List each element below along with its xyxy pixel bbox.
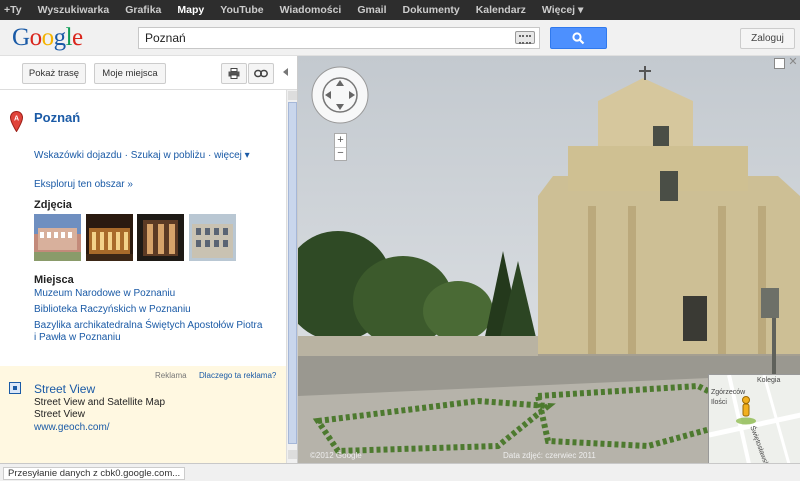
google-logo[interactable]: Google <box>12 24 83 52</box>
map-marker-icon: A <box>10 111 23 132</box>
close-icon[interactable]: ✕ <box>787 56 799 68</box>
pegman-icon[interactable] <box>735 395 757 425</box>
ad-box: Reklama Dlaczego ta reklama? Street View… <box>0 366 286 463</box>
minimap-label: Ilości <box>711 399 727 406</box>
ad-label: Reklama <box>155 371 187 380</box>
nav-images[interactable]: Grafika <box>125 4 161 16</box>
scroll-up-icon[interactable] <box>288 91 297 100</box>
street-view-panorama[interactable]: + − ✕ ©2012 Google Data zdjęć: czerwiec … <box>298 56 800 463</box>
search-input[interactable]: Poznań <box>138 27 540 49</box>
place-link[interactable]: Muzeum Narodowe w Poznaniu <box>34 288 175 299</box>
place-link[interactable]: Biblioteka Raczyńskich w Poznaniu <box>34 304 191 315</box>
mini-map[interactable]: Kolegia Zgórzeców Ilości Świętosławska <box>708 374 800 463</box>
places-heading: Miejsca <box>34 274 74 286</box>
nav-docs[interactable]: Dokumenty <box>403 4 460 16</box>
imagery-date-text: Data zdjęć: czerwiec 2011 <box>503 451 596 460</box>
photo-thumbnail[interactable] <box>86 214 133 261</box>
nav-calendar[interactable]: Kalendarz <box>476 4 526 16</box>
nav-maps[interactable]: Mapy <box>177 4 204 16</box>
logo-letter: e <box>72 24 83 51</box>
collapse-panel-icon[interactable] <box>283 68 288 76</box>
logo-letter: o <box>29 24 43 51</box>
zoom-control: + − <box>334 133 347 161</box>
scroll-thumb[interactable] <box>288 102 297 444</box>
browser-status-bar: Przesyłanie danych z cbk0.google.com... <box>0 463 800 481</box>
ad-text: Street View and Satellite Map <box>34 397 166 408</box>
place-link[interactable]: i Pawła w Poznaniu <box>34 332 121 343</box>
left-panel: Pokaż trasę Moje miejsca A Poznań Wskazó… <box>0 56 298 463</box>
zoom-out-button[interactable]: − <box>335 147 346 160</box>
expand-icon[interactable] <box>774 58 785 69</box>
link-button[interactable] <box>248 63 274 84</box>
panel-toolbar: Pokaż trasę Moje miejsca <box>0 56 297 90</box>
photo-thumbnail[interactable] <box>189 214 236 261</box>
ad-title[interactable]: Street View <box>34 382 95 396</box>
nav-gmail[interactable]: Gmail <box>357 4 386 16</box>
logo-letter: g <box>53 24 67 51</box>
photo-thumbnail[interactable] <box>34 214 81 261</box>
nav-news[interactable]: Wiadomości <box>280 4 342 16</box>
copyright-text: ©2012 Google <box>310 451 362 460</box>
logo-letter: G <box>12 24 30 51</box>
street-view-icon <box>9 382 21 394</box>
nav-search[interactable]: Wyszukiwarka <box>38 4 110 16</box>
photos-heading: Zdjęcia <box>34 199 72 211</box>
status-text: Przesyłanie danych z cbk0.google.com... <box>3 467 186 480</box>
place-actions-links[interactable]: Wskazówki dojazdu · Szukaj w pobliżu · w… <box>34 150 250 161</box>
nav-plus-you[interactable]: +Ty <box>4 4 22 16</box>
nav-more[interactable]: Więcej ▾ <box>542 4 583 16</box>
keyboard-icon[interactable] <box>515 31 535 44</box>
pan-control[interactable] <box>310 65 370 125</box>
scroll-down-icon[interactable] <box>288 450 297 459</box>
directions-button[interactable]: Pokaż trasę <box>22 63 86 84</box>
ad-url[interactable]: www.geoch.com/ <box>34 422 110 433</box>
place-link[interactable]: Bazylika archikatedralna Świętych Aposto… <box>34 320 262 331</box>
search-button[interactable] <box>550 27 607 49</box>
link-icon <box>254 69 268 78</box>
zoom-in-button[interactable]: + <box>335 134 346 147</box>
search-header: Google Poznań Zaloguj <box>0 20 800 56</box>
photo-thumbnail[interactable] <box>137 214 184 261</box>
minimap-label: Kolegia <box>757 377 781 384</box>
ad-text: Street View <box>34 409 85 420</box>
my-places-button[interactable]: Moje miejsca <box>94 63 166 84</box>
search-icon <box>572 31 585 44</box>
nav-youtube[interactable]: YouTube <box>220 4 263 16</box>
print-icon <box>228 68 240 79</box>
logo-letter: o <box>41 24 55 51</box>
svg-text:A: A <box>14 116 19 123</box>
google-bar: +Ty Wyszukiwarka Grafika Mapy YouTube Wi… <box>0 0 800 20</box>
panel-scrollbar[interactable] <box>286 90 297 463</box>
ad-why-link[interactable]: Dlaczego ta reklama? <box>199 371 276 380</box>
login-button[interactable]: Zaloguj <box>740 28 795 49</box>
place-title[interactable]: Poznań <box>34 110 80 125</box>
explore-area-link[interactable]: Eksploruj ten obszar » <box>34 179 133 190</box>
print-button[interactable] <box>221 63 247 84</box>
